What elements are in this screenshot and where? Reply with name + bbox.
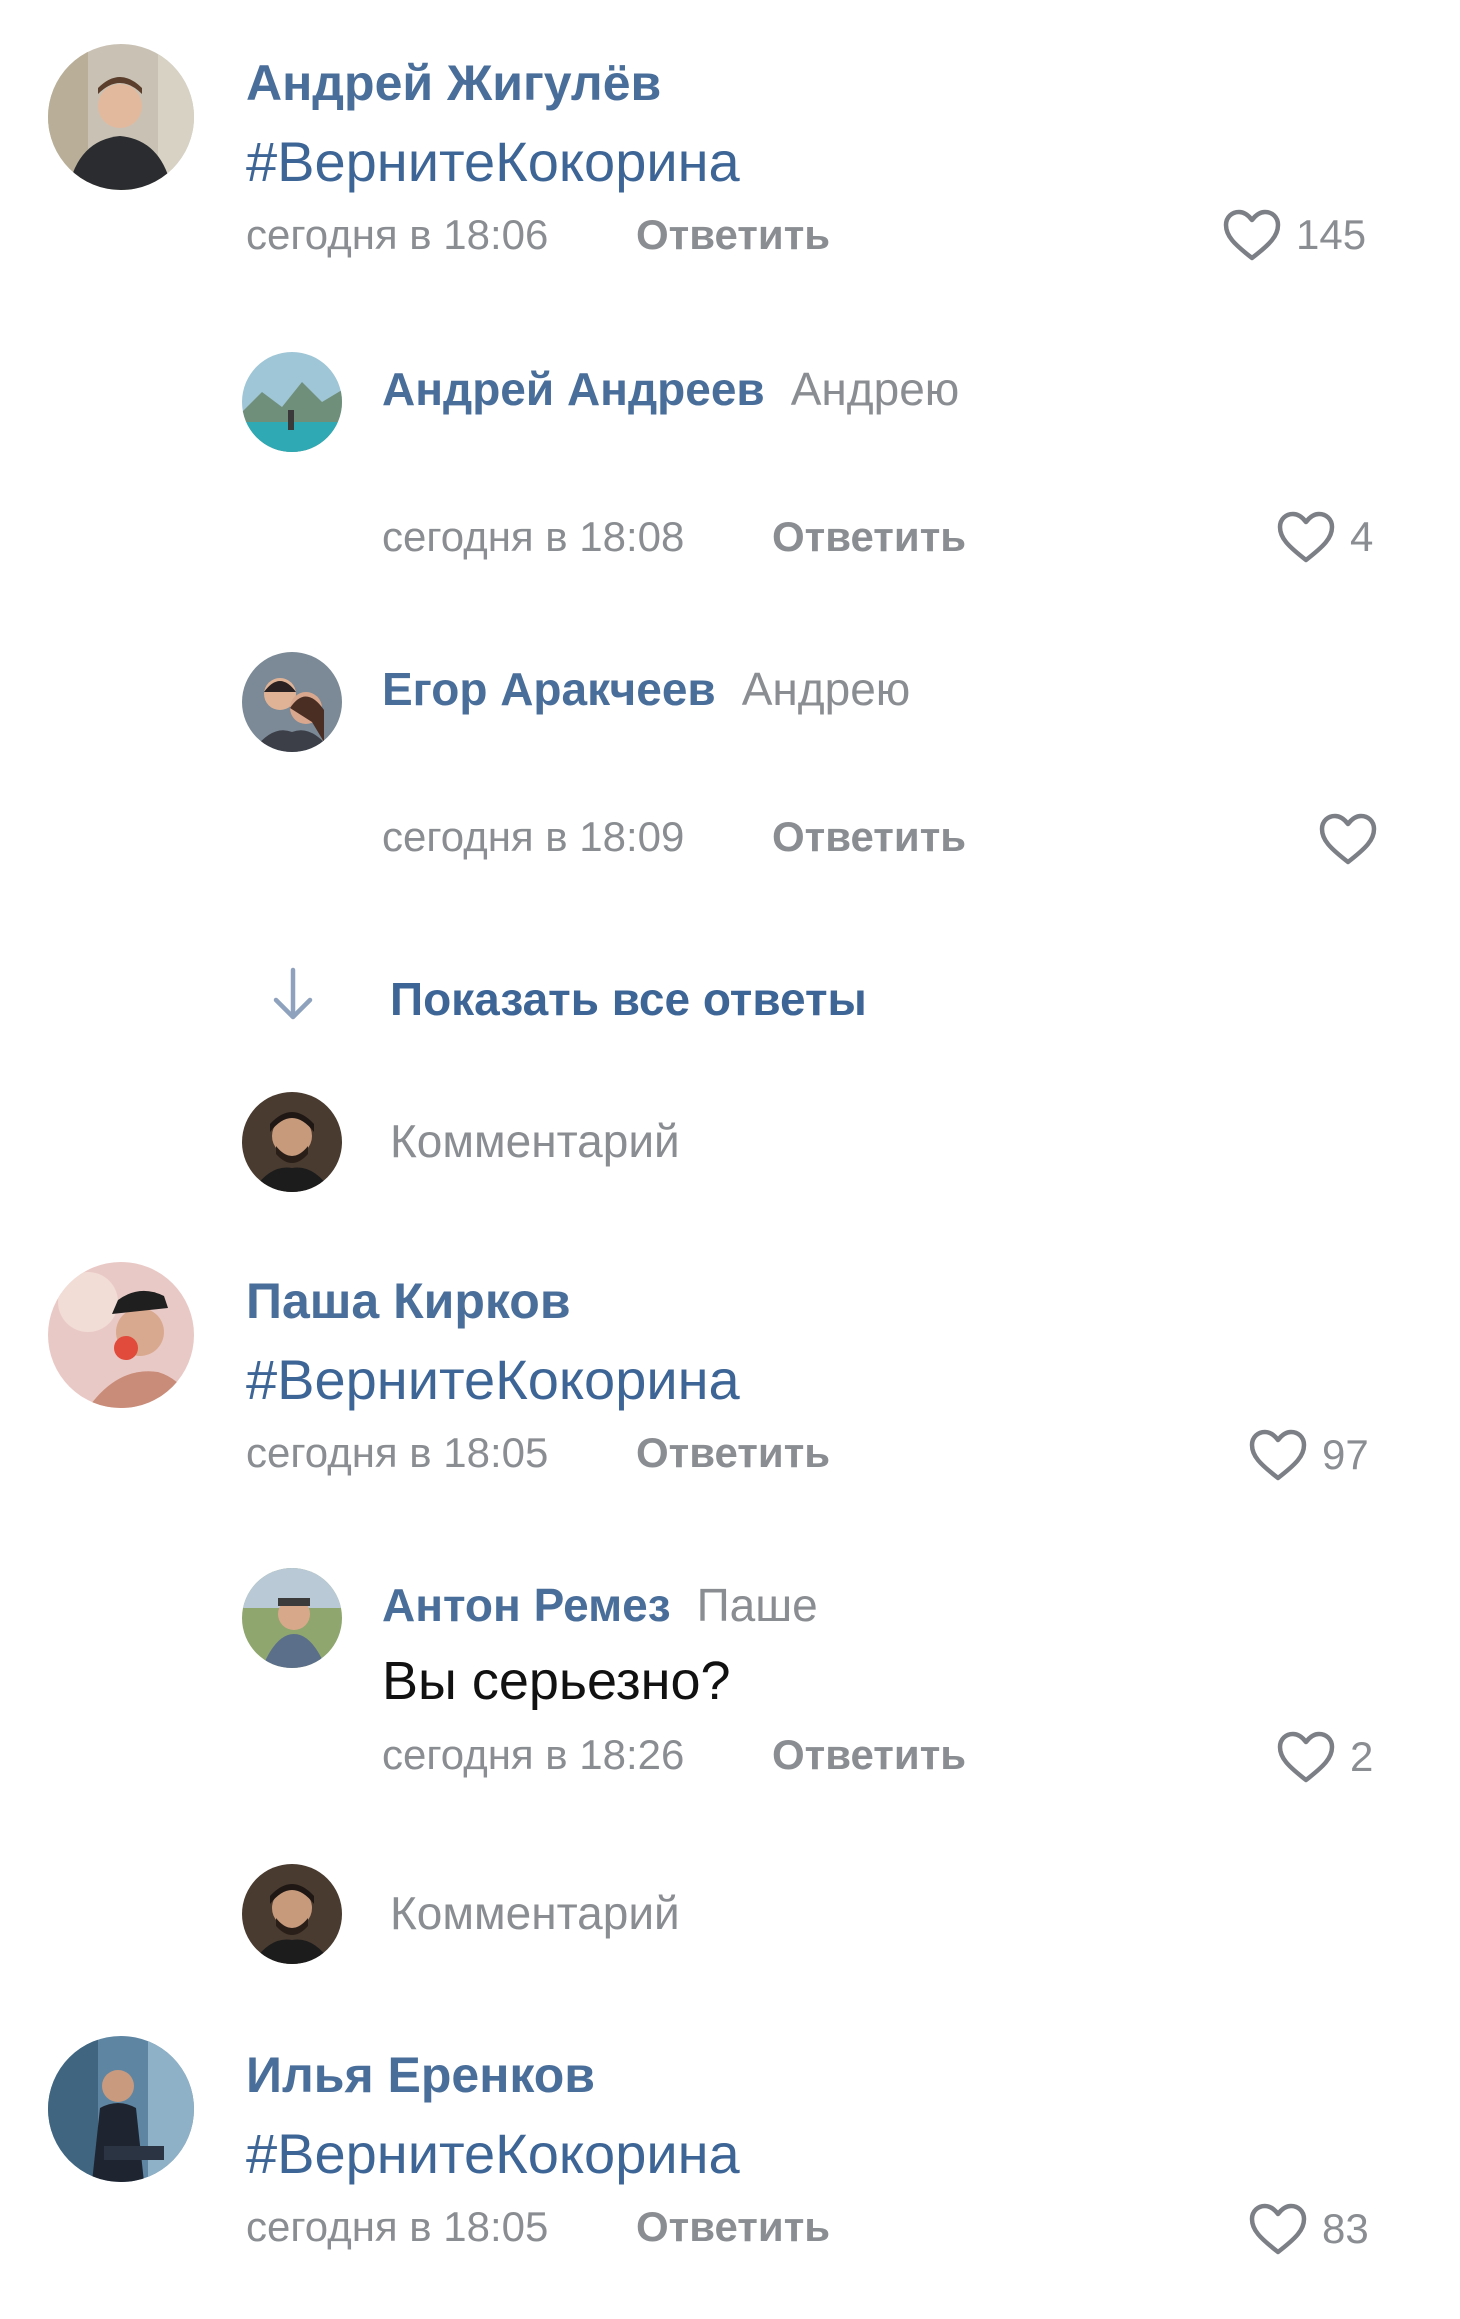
heart-icon [1318, 812, 1378, 866]
reply-button[interactable]: Ответить [772, 1734, 966, 1776]
heart-icon [1276, 1730, 1336, 1784]
reply-text: Вы серьезно? [382, 1651, 731, 1711]
reply-button[interactable]: Ответить [636, 1432, 830, 1474]
like-count: 83 [1322, 2205, 1369, 2252]
like-button[interactable] [1318, 812, 1392, 866]
comment-author[interactable]: Паша Кирков [246, 1276, 571, 1326]
avatar[interactable] [242, 652, 342, 752]
like-count: 4 [1350, 513, 1374, 560]
reply-timestamp: сегодня в 18:08 [382, 513, 685, 560]
comment-input[interactable]: Комментарий [390, 1118, 680, 1164]
reply-button[interactable]: Ответить [772, 516, 966, 558]
like-button[interactable]: 145 [1222, 208, 1366, 262]
avatar[interactable] [48, 44, 194, 190]
comment-timestamp: сегодня в 18:05 [246, 1429, 549, 1476]
heart-icon [1222, 208, 1282, 262]
reply-addressee[interactable]: Андрею [791, 363, 960, 415]
avatar[interactable] [242, 352, 342, 452]
hashtag-link[interactable]: #ВернитеКокорина [246, 2126, 740, 2182]
heart-icon [1248, 2202, 1308, 2256]
like-button[interactable]: 97 [1248, 1428, 1369, 1482]
reply-addressee[interactable]: Андрею [742, 663, 911, 715]
reply-author-name[interactable]: Антон Ремез [382, 1579, 671, 1631]
like-count: 2 [1350, 1733, 1374, 1780]
reply-button[interactable]: Ответить [636, 214, 830, 256]
heart-icon [1276, 510, 1336, 564]
reply-addressee[interactable]: Паше [697, 1579, 818, 1631]
like-button[interactable]: 83 [1248, 2202, 1369, 2256]
show-all-replies-link[interactable]: Показать все ответы [390, 976, 867, 1022]
reply-author[interactable]: Антон Ремез Паше [382, 1582, 818, 1628]
like-button[interactable]: 2 [1276, 1730, 1373, 1784]
reply-author-name[interactable]: Андрей Андреев [382, 363, 765, 415]
comment-author[interactable]: Илья Еренков [246, 2050, 595, 2100]
like-count: 97 [1322, 1431, 1369, 1478]
reply-timestamp: сегодня в 18:26 [382, 1731, 685, 1778]
comment-timestamp: сегодня в 18:05 [246, 2203, 549, 2250]
comment-author[interactable]: Андрей Жигулёв [246, 58, 661, 108]
hashtag-link[interactable]: #ВернитеКокорина [246, 1352, 740, 1408]
heart-icon [1248, 1428, 1308, 1482]
arrow-down-icon[interactable] [268, 966, 318, 1022]
like-count: 145 [1296, 211, 1367, 258]
reply-button[interactable]: Ответить [636, 2206, 830, 2248]
avatar[interactable] [242, 1568, 342, 1668]
avatar [242, 1864, 342, 1964]
reply-author[interactable]: Егор Аракчеев Андрею [382, 666, 910, 712]
avatar[interactable] [48, 1262, 194, 1408]
reply-timestamp: сегодня в 18:09 [382, 813, 685, 860]
comment-timestamp: сегодня в 18:06 [246, 211, 549, 258]
reply-author-name[interactable]: Егор Аракчеев [382, 663, 716, 715]
reply-author[interactable]: Андрей Андреев Андрею [382, 366, 959, 412]
avatar[interactable] [48, 2036, 194, 2182]
reply-button[interactable]: Ответить [772, 816, 966, 858]
comment-input[interactable]: Комментарий [390, 1890, 680, 1936]
like-button[interactable]: 4 [1276, 510, 1373, 564]
hashtag-link[interactable]: #ВернитеКокорина [246, 134, 740, 190]
avatar [242, 1092, 342, 1192]
